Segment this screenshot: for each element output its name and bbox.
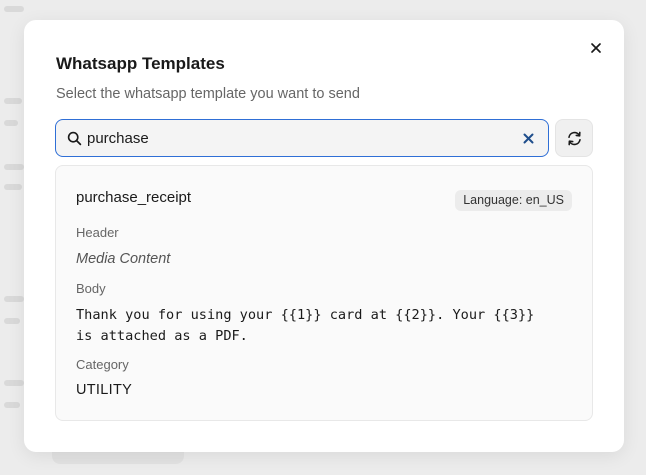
search-input[interactable]	[82, 120, 514, 156]
background-text	[4, 6, 24, 12]
background-text	[4, 120, 18, 126]
search-icon	[67, 131, 82, 146]
header-label: Header	[76, 225, 119, 240]
close-icon	[590, 42, 602, 54]
background-text	[4, 318, 20, 324]
whatsapp-templates-modal: Whatsapp Templates Select the whatsapp t…	[24, 20, 624, 452]
body-value: Thank you for using your {{1}} card at {…	[76, 307, 535, 344]
background-text	[4, 164, 24, 170]
background-text	[4, 402, 20, 408]
body-label: Body	[76, 281, 106, 296]
modal-title: Whatsapp Templates	[56, 54, 225, 73]
template-card[interactable]: purchase_receipt Language: en_US Header …	[55, 165, 593, 421]
close-button[interactable]	[584, 36, 608, 60]
language-badge: Language: en_US	[455, 190, 572, 211]
background-text	[4, 296, 24, 302]
template-name: purchase_receipt	[76, 189, 192, 206]
refresh-icon	[566, 130, 583, 147]
refresh-button[interactable]	[555, 119, 593, 157]
background-text	[4, 98, 22, 104]
category-label: Category	[76, 357, 129, 372]
background-text	[4, 380, 24, 386]
clear-icon	[523, 133, 534, 144]
background-text	[4, 184, 22, 190]
clear-search-button[interactable]	[514, 124, 542, 152]
modal-subtitle: Select the whatsapp template you want to…	[56, 86, 360, 102]
category-value: UTILITY	[76, 382, 133, 398]
search-bar	[55, 119, 549, 157]
header-value: Media Content	[76, 251, 171, 267]
